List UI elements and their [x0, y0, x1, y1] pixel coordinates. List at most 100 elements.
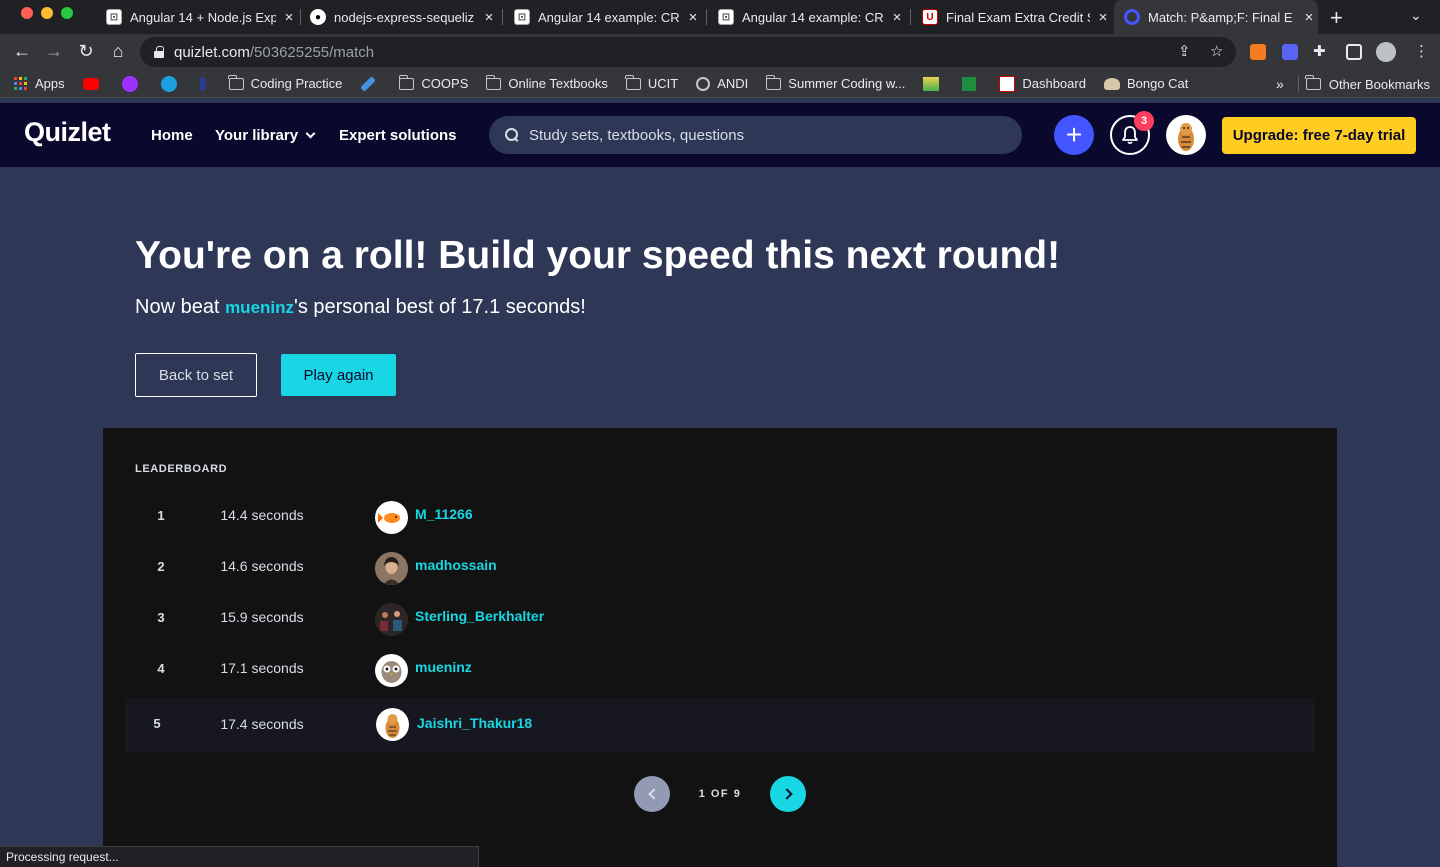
tiger-avatar-icon [1178, 123, 1194, 151]
user-avatar[interactable] [376, 708, 409, 741]
tiger-avatar-icon [385, 714, 400, 738]
bookmark-image[interactable] [923, 76, 946, 91]
user-avatar[interactable] [375, 552, 408, 585]
page-indicator: 1 OF 9 [698, 788, 742, 800]
close-tab-icon[interactable]: × [280, 9, 298, 26]
minimize-window-button[interactable] [41, 7, 53, 19]
close-tab-icon[interactable]: × [1300, 9, 1318, 26]
bookmark-dashboard[interactable]: Dashboard [999, 75, 1086, 92]
browser-tab[interactable]: ⊡ Angular 14 example: CRU × [712, 0, 906, 34]
person-avatar-icon [375, 552, 408, 585]
home-icon[interactable]: ⌂ [107, 41, 129, 62]
nav-home[interactable]: Home [151, 127, 193, 144]
play-again-button[interactable]: Play again [281, 354, 396, 396]
browser-toolbar: ← → ↻ ⌂ quizlet.com/503625255/match ⇪ ☆ … [0, 34, 1440, 70]
bookmark-summer-coding[interactable]: Summer Coding w... [765, 74, 905, 91]
extension-blue-icon[interactable] [1282, 44, 1298, 60]
bookmark-purple-u[interactable] [121, 75, 145, 92]
search-icon [505, 128, 519, 142]
personal-best-user-link[interactable]: mueninz [225, 298, 294, 317]
bookmark-ucit[interactable]: UCIT [625, 74, 678, 91]
close-window-button[interactable] [21, 7, 33, 19]
reload-icon[interactable]: ↻ [75, 41, 97, 62]
bookmark-coops[interactable]: COOPS [398, 74, 468, 91]
bookmarks-overflow-chevron[interactable]: » [1276, 76, 1284, 92]
username-link[interactable]: M_11266 [415, 506, 473, 522]
new-tab-button[interactable]: + [1330, 5, 1343, 31]
leaderboard-row-current: 5 17.4 seconds Jaishri_Thakur18 [125, 698, 1315, 752]
search-input[interactable]: Study sets, textbooks, questions [489, 116, 1022, 154]
back-arrow-icon[interactable]: ← [11, 41, 33, 62]
browser-tab[interactable]: U Final Exam Extra Credit S × [916, 0, 1112, 34]
puzzle-extensions-icon[interactable]: ✚ [1313, 42, 1326, 60]
pdf-icon: ⊡ [106, 9, 122, 25]
address-bar[interactable]: quizlet.com/503625255/match [140, 37, 1236, 67]
nav-expert-solutions[interactable]: Expert solutions [339, 127, 457, 144]
nav-your-library[interactable]: Your library [215, 127, 316, 144]
tab-search-chevron-icon[interactable]: ⌄ [1410, 7, 1422, 24]
university-icon [999, 75, 1016, 92]
bookmark-apps[interactable]: Apps [14, 76, 65, 91]
chevron-left-icon [647, 788, 660, 800]
time: 15.9 seconds [220, 609, 304, 625]
close-tab-icon[interactable]: × [1094, 9, 1112, 26]
green-chart-icon [962, 76, 977, 91]
globe-icon [696, 76, 711, 91]
side-panel-icon[interactable] [1346, 44, 1362, 60]
browser-tab[interactable]: ● nodejs-express-sequeliz × [304, 0, 498, 34]
bookmark-youtube[interactable] [82, 77, 106, 90]
close-tab-icon[interactable]: × [684, 9, 702, 26]
bookmark-andi[interactable]: ANDI [696, 76, 748, 91]
lock-icon [154, 46, 164, 58]
close-tab-icon[interactable]: × [480, 9, 498, 26]
user-avatar[interactable] [375, 501, 408, 534]
upgrade-button[interactable]: Upgrade: free 7-day trial [1222, 117, 1416, 154]
back-to-set-button[interactable]: Back to set [135, 353, 257, 397]
username-link[interactable]: Jaishri_Thakur18 [417, 715, 532, 731]
bookmark-figure[interactable] [199, 76, 213, 91]
bookmark-bongo-cat[interactable]: Bongo Cat [1103, 76, 1188, 91]
cat-icon [1103, 77, 1120, 90]
folder-icon [485, 74, 502, 90]
pencil-icon [360, 75, 377, 92]
bookmark-play[interactable] [160, 75, 184, 92]
bookmark-star-icon[interactable]: ☆ [1210, 42, 1223, 60]
bookmark-other[interactable]: Other Bookmarks [1305, 70, 1430, 98]
maximize-window-button[interactable] [61, 7, 73, 19]
browser-tab-active[interactable]: Match: P&amp;F: Final E × [1114, 0, 1318, 34]
username-link[interactable]: madhossain [415, 557, 497, 573]
time: 17.1 seconds [220, 660, 304, 676]
previous-page-button[interactable] [634, 776, 670, 812]
goldfish-avatar-icon [378, 513, 400, 523]
share-icon[interactable]: ⇪ [1178, 42, 1191, 60]
time: 14.4 seconds [220, 507, 304, 523]
extension-orange-icon[interactable] [1250, 44, 1266, 60]
chevron-down-icon [305, 128, 316, 139]
profile-avatar-icon[interactable] [1376, 42, 1396, 62]
forward-arrow-icon[interactable]: → [43, 41, 65, 62]
purple-u-icon [121, 75, 138, 92]
rank: 3 [157, 610, 165, 625]
bookmark-green-chart[interactable] [962, 76, 983, 91]
bookmark-online-textbooks[interactable]: Online Textbooks [485, 74, 608, 91]
username-link[interactable]: mueninz [415, 659, 472, 675]
next-page-button[interactable] [770, 776, 806, 812]
rank: 2 [157, 559, 165, 574]
pdf-icon: ⊡ [514, 9, 530, 25]
url-host: quizlet.com [174, 43, 250, 61]
create-plus-button[interactable]: + [1054, 115, 1094, 155]
bookmark-coding-practice[interactable]: Coding Practice [228, 74, 342, 91]
close-tab-icon[interactable]: × [888, 9, 906, 26]
quizlet-logo[interactable]: Quizlet [24, 117, 111, 148]
browser-tab[interactable]: ⊡ Angular 14 + Node.js Exp × [100, 0, 298, 34]
user-avatar[interactable] [1166, 115, 1206, 155]
kebab-menu-icon[interactable]: ⋮ [1414, 42, 1429, 60]
page-title: You're on a roll! Build your speed this … [135, 234, 1061, 277]
username-link[interactable]: Sterling_Berkhalter [415, 608, 544, 624]
time: 14.6 seconds [220, 558, 304, 574]
bookmark-pencil[interactable] [360, 75, 383, 92]
user-avatar[interactable] [375, 603, 408, 636]
time: 17.4 seconds [220, 716, 304, 732]
browser-tab[interactable]: ⊡ Angular 14 example: CRU × [508, 0, 702, 34]
user-avatar[interactable] [375, 654, 408, 687]
